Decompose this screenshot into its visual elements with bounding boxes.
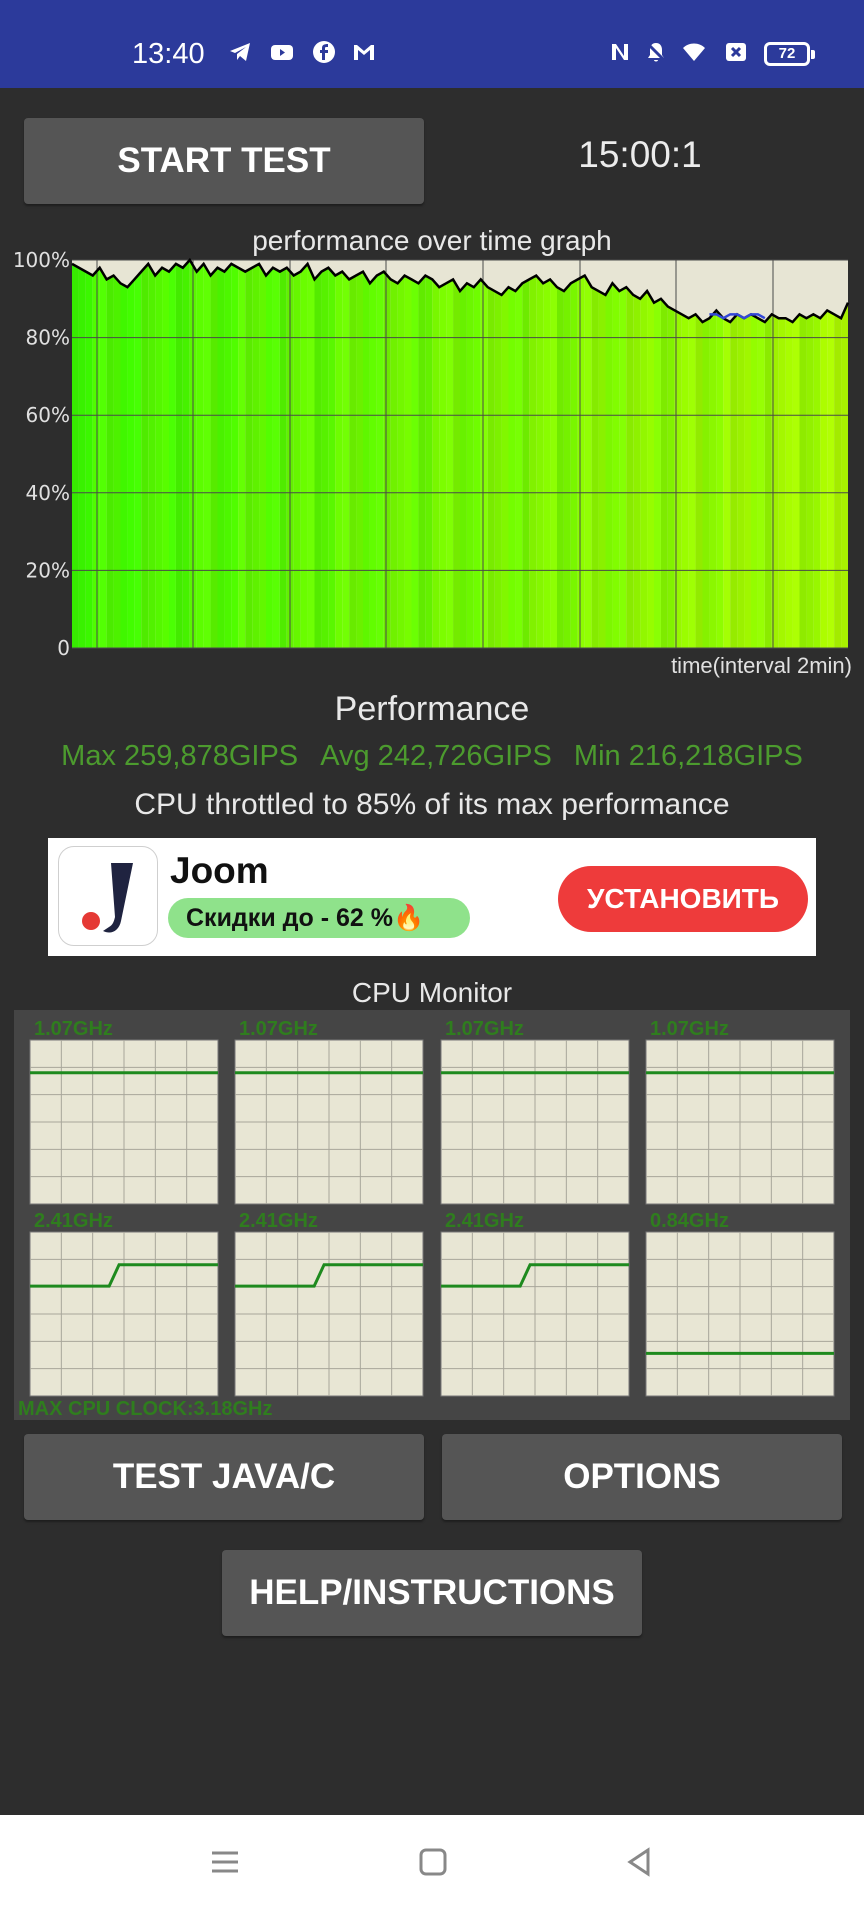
- max-cpu-clock: MAX CPU CLOCK:3.18GHz: [18, 1398, 273, 1420]
- options-button[interactable]: OPTIONS: [442, 1434, 842, 1520]
- help-instructions-button[interactable]: HELP/INSTRUCTIONS: [222, 1550, 642, 1636]
- navigation-bar: [0, 1815, 864, 1920]
- menu-icon[interactable]: [208, 1845, 242, 1879]
- test-java-c-button[interactable]: TEST JAVA/C: [24, 1434, 424, 1520]
- home-icon[interactable]: [416, 1845, 450, 1879]
- back-icon[interactable]: [622, 1845, 656, 1879]
- cpu-monitor-charts: [29, 1039, 835, 1397]
